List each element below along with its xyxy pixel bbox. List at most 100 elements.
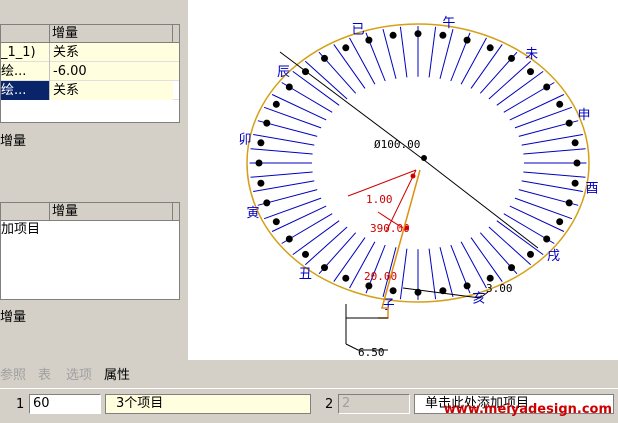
direction-1-count-input[interactable]: 60	[29, 394, 101, 414]
pattern-dot	[556, 100, 564, 108]
direction-2-number: 2	[325, 397, 334, 412]
pattern-dot	[365, 36, 373, 44]
pattern-dot	[285, 83, 293, 91]
row-value[interactable]: 关系	[49, 43, 173, 62]
grid-header: 增量	[1, 25, 179, 43]
dimension-value[interactable]: 1.00	[366, 193, 393, 206]
pattern-dot	[285, 235, 293, 243]
pattern-dot	[272, 100, 280, 108]
pattern-glyph: 亥	[472, 292, 485, 307]
pattern-spoke	[488, 60, 532, 100]
pattern-spoke	[333, 44, 366, 89]
pattern-dot	[342, 274, 350, 282]
dimension-value[interactable]: 3.00	[486, 282, 513, 295]
pattern-dot	[556, 218, 564, 226]
increment-grid-bottom[interactable]: 增量 加项目	[0, 202, 180, 300]
pattern-glyphs: 已午未申酉戌亥子丑寅卯辰	[239, 16, 599, 313]
pattern-dot	[263, 199, 271, 207]
table-row[interactable]: _1_1) 关系	[1, 43, 179, 62]
pattern-spoke	[250, 148, 313, 155]
pattern-spoke	[399, 26, 408, 78]
pattern-spoke	[470, 44, 503, 89]
direction-2-count-input[interactable]: 2	[338, 394, 410, 414]
pattern-dot	[257, 139, 265, 147]
pattern-dot	[255, 159, 263, 167]
pattern-spoke	[523, 171, 586, 178]
pattern-spoke	[271, 205, 327, 232]
pattern-dot	[263, 119, 271, 127]
pattern-dot	[565, 119, 573, 127]
pattern-glyph: 寅	[247, 205, 260, 221]
pattern-dot	[439, 31, 447, 39]
pattern-spoke	[509, 94, 565, 121]
pattern-dot	[565, 199, 573, 207]
pattern-dot	[527, 250, 534, 258]
increment-grid-top[interactable]: 增量 _1_1) 关系 绘... -6.00 绘... 关系	[0, 24, 180, 123]
row-name: 绘...	[1, 64, 27, 79]
pattern-spoke	[470, 237, 503, 282]
column-header-increment[interactable]: 增量	[49, 25, 173, 42]
sketch-drawing[interactable]: 已午未申酉戌亥子丑寅卯辰 Ø100.00 1.00 390.00 20.00 3…	[188, 0, 618, 360]
pattern-dot	[543, 83, 551, 91]
table-row-selected[interactable]: 绘... 关系	[1, 81, 179, 100]
pattern-dot	[463, 282, 471, 290]
pattern-spoke	[304, 60, 348, 100]
pattern-dot	[389, 287, 397, 295]
pattern-dot	[508, 264, 515, 272]
direction-1-number: 1	[16, 397, 25, 412]
pattern-glyph: 酉	[586, 182, 599, 197]
pattern-glyph: 戌	[547, 249, 560, 264]
tab-options[interactable]: 选项	[66, 364, 92, 383]
site-watermark: www.meiyadesign.com	[443, 402, 612, 417]
pattern-glyph: 未	[525, 47, 538, 62]
column-header-increment[interactable]: 增量	[49, 203, 173, 220]
pattern-spoke	[496, 70, 544, 106]
tab-references[interactable]: 参照	[0, 364, 26, 383]
pattern-dot	[257, 179, 265, 187]
red-marker	[410, 173, 416, 179]
left-panel: 增量 _1_1) 关系 绘... -6.00 绘... 关系 增量 增量 加项目…	[0, 0, 188, 360]
row-name: _1_1)	[1, 45, 36, 60]
pattern-glyph: 申	[578, 108, 591, 123]
pattern-glyph: 辰	[277, 65, 290, 80]
pattern-dot	[527, 68, 534, 76]
pattern-spoke	[488, 226, 532, 266]
pattern-glyph: 已	[352, 23, 365, 38]
pattern-glyph: 丑	[299, 267, 312, 282]
pattern-dot	[573, 159, 581, 167]
increment-label: 增量	[0, 310, 27, 325]
pattern-dot	[302, 250, 309, 258]
pattern-dot	[571, 139, 579, 147]
increment-label: 增量	[0, 134, 27, 149]
pattern-dot	[571, 179, 579, 187]
pattern-spoke	[399, 248, 408, 300]
pattern-dot	[414, 30, 422, 38]
pattern-spoke	[428, 26, 437, 78]
pattern-glyph: 午	[442, 16, 455, 31]
pattern-spoke	[292, 220, 340, 256]
dimension-value[interactable]: 6.50	[358, 346, 385, 359]
row-name: 绘...	[1, 81, 49, 100]
pattern-spoke	[304, 226, 348, 266]
pattern-dot	[508, 54, 515, 62]
diameter-dimension[interactable]: Ø100.00	[374, 138, 420, 151]
pattern-dot	[342, 44, 350, 52]
pattern-dot	[543, 235, 551, 243]
direction-1-items-field[interactable]: 3个项目	[105, 394, 311, 414]
table-row[interactable]: 绘... -6.00	[1, 62, 179, 81]
pattern-dot	[389, 31, 397, 39]
grid-header: 增量	[1, 203, 179, 221]
pattern-spoke	[250, 171, 313, 178]
pattern-dot	[321, 264, 328, 272]
pattern-dot	[272, 218, 280, 226]
row-value[interactable]: -6.00	[49, 62, 173, 81]
add-item-row[interactable]: 加项目	[1, 222, 40, 237]
tab-properties[interactable]: 属性	[104, 364, 130, 383]
pattern-dot	[486, 44, 494, 52]
pattern-spoke	[333, 237, 366, 282]
row-value[interactable]: 关系	[49, 81, 173, 100]
tab-table[interactable]: 表	[38, 364, 51, 383]
drawing-canvas[interactable]: 已午未申酉戌亥子丑寅卯辰 Ø100.00 1.00 390.00 20.00 3…	[188, 0, 618, 360]
pattern-spoke	[509, 205, 565, 232]
pattern-dot	[463, 36, 471, 44]
